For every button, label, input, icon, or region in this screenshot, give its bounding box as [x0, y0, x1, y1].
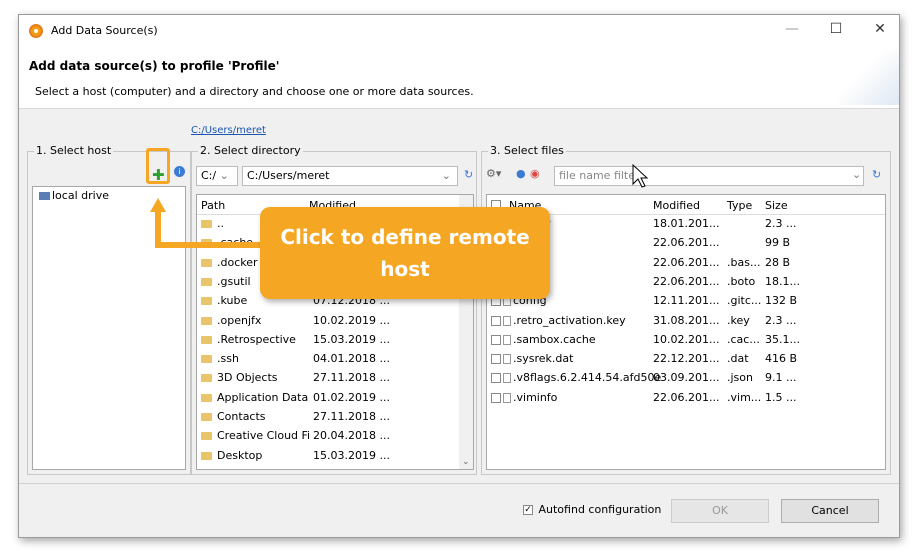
mouse-cursor-icon	[632, 164, 648, 188]
callout-bubble: Click to define remote host	[260, 207, 550, 299]
